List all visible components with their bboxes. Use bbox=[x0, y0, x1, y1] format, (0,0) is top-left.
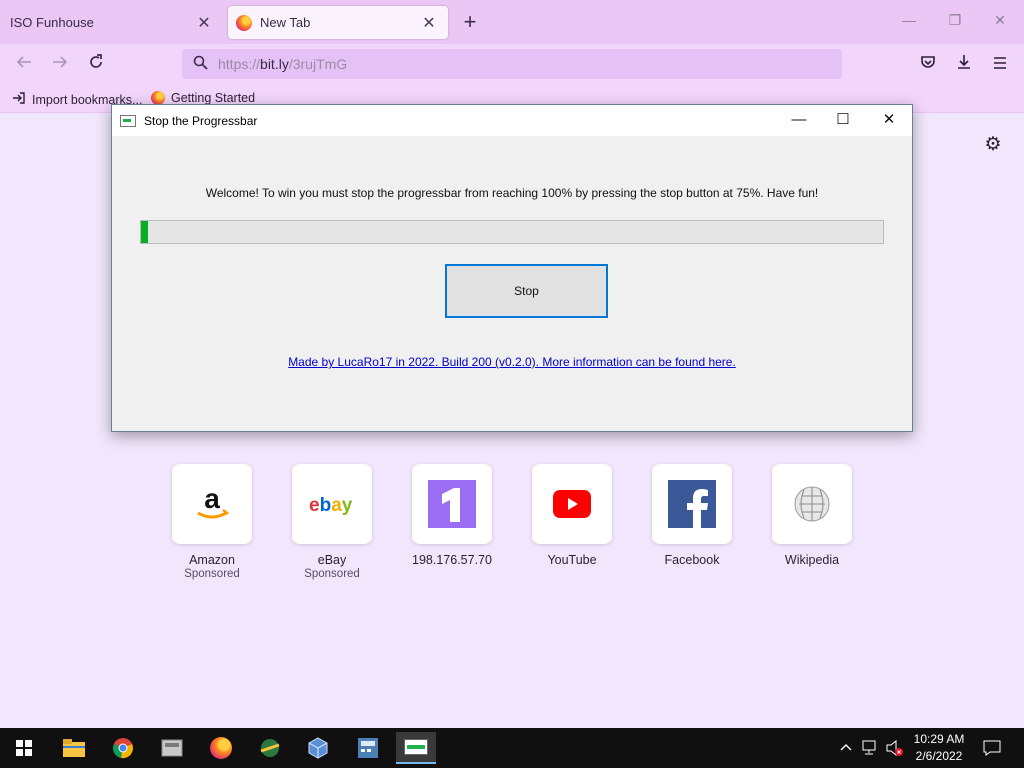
back-button[interactable] bbox=[12, 53, 36, 77]
url-path: /3rujTmG bbox=[288, 56, 348, 72]
reload-button[interactable] bbox=[84, 53, 108, 77]
download-icon bbox=[958, 55, 970, 69]
top-site-label: Amazon bbox=[189, 553, 235, 567]
forward-button[interactable] bbox=[48, 53, 72, 77]
firefox-taskbar-icon[interactable] bbox=[201, 732, 241, 764]
close-icon[interactable]: ✕ bbox=[420, 13, 438, 33]
restore-icon[interactable]: ❐ bbox=[943, 12, 967, 29]
close-window-icon[interactable]: ✕ bbox=[988, 12, 1012, 29]
bookmark-label: Getting Started bbox=[171, 91, 256, 105]
calculator-icon[interactable] bbox=[348, 732, 388, 764]
hamburger-icon bbox=[994, 57, 1006, 69]
dialog-title: Stop the Progressbar bbox=[144, 113, 258, 128]
top-site-youtube[interactable]: YouTube bbox=[532, 464, 612, 567]
top-site-ebay[interactable]: ebay eBay Sponsored bbox=[292, 464, 372, 580]
firefox-icon bbox=[151, 91, 165, 105]
progressbar-app-icon[interactable] bbox=[396, 732, 436, 764]
top-site-ip[interactable]: 198.176.57.70 bbox=[412, 464, 492, 567]
app-icon bbox=[120, 114, 136, 127]
clock-date: 2/6/2022 bbox=[915, 749, 963, 763]
search-icon bbox=[190, 55, 210, 73]
youtube-icon bbox=[532, 464, 612, 544]
import-icon bbox=[12, 91, 26, 108]
chevron-up-icon[interactable] bbox=[839, 740, 853, 757]
ebay-icon: ebay bbox=[292, 464, 372, 544]
top-site-label: Wikipedia bbox=[784, 553, 840, 567]
forward-arrow-icon bbox=[53, 56, 68, 68]
network-icon[interactable] bbox=[862, 740, 880, 759]
virtualbox-icon[interactable] bbox=[298, 732, 338, 764]
amazon-icon: a bbox=[172, 464, 252, 544]
reload-icon bbox=[90, 54, 102, 68]
dialog-title-bar[interactable]: Stop the Progressbar — ☐ ✕ bbox=[112, 105, 912, 136]
top-site-facebook[interactable]: Facebook bbox=[652, 464, 732, 567]
progress-fill bbox=[141, 221, 149, 243]
navigation-toolbar: https://bit.ly/3rujTmG bbox=[0, 44, 1024, 86]
stop-button[interactable]: Stop bbox=[445, 264, 608, 318]
sponsored-label: Sponsored bbox=[184, 568, 240, 580]
url-domain: bit.ly bbox=[260, 56, 289, 72]
chrome-icon[interactable] bbox=[103, 732, 143, 764]
clock-time: 10:29 AM bbox=[913, 732, 965, 746]
top-site-wikipedia[interactable]: Wikipedia bbox=[772, 464, 852, 567]
pocket-button[interactable] bbox=[916, 53, 940, 77]
volume-muted-icon[interactable] bbox=[886, 739, 904, 759]
minimize-icon[interactable]: — bbox=[897, 12, 921, 28]
top-site-label: YouTube bbox=[547, 553, 597, 567]
progressbar-dialog: Stop the Progressbar — ☐ ✕ Welcome! To w… bbox=[111, 104, 913, 432]
notification-icon[interactable] bbox=[983, 740, 1001, 759]
top-site-label: eBay bbox=[317, 553, 347, 567]
close-button[interactable]: ✕ bbox=[874, 109, 904, 131]
new-tab-button[interactable]: + bbox=[458, 10, 482, 34]
url-scheme: https:// bbox=[218, 56, 261, 72]
windows-start-icon[interactable] bbox=[16, 740, 32, 756]
pocket-icon bbox=[921, 56, 935, 68]
wikipedia-icon bbox=[772, 464, 852, 544]
facebook-icon bbox=[652, 464, 732, 544]
sponsored-label: Sponsored bbox=[304, 568, 360, 580]
tab-label: New Tab bbox=[260, 15, 311, 30]
tab-new-tab[interactable]: New Tab ✕ bbox=[228, 6, 448, 39]
tab-label: ISO Funhouse bbox=[10, 15, 94, 30]
file-explorer-icon[interactable] bbox=[54, 732, 94, 764]
top-site-label: Facebook bbox=[664, 553, 720, 567]
maximize-button[interactable]: ☐ bbox=[828, 109, 858, 131]
top-site-label: 198.176.57.70 bbox=[412, 553, 492, 567]
url-text: https://bit.ly/3rujTmG bbox=[218, 56, 347, 72]
welcome-text: Welcome! To win you must stop the progre… bbox=[205, 186, 819, 200]
back-arrow-icon bbox=[16, 56, 31, 68]
svg-text:a: a bbox=[204, 484, 220, 514]
info-link[interactable]: Made by LucaRo17 in 2022. Build 200 (v0.… bbox=[112, 355, 912, 369]
tab-strip: ISO Funhouse ✕ New Tab ✕ + — ❐ ✕ bbox=[0, 0, 1024, 44]
minimize-button[interactable]: — bbox=[784, 109, 814, 131]
firefox-icon bbox=[236, 14, 252, 31]
gear-icon[interactable]: ⚙ bbox=[982, 133, 1004, 156]
close-icon[interactable]: ✕ bbox=[195, 13, 213, 33]
taskbar: 10:29 AM 2/6/2022 bbox=[0, 728, 1024, 768]
progress-bar bbox=[140, 220, 884, 244]
site-1-icon bbox=[412, 464, 492, 544]
address-bar[interactable]: https://bit.ly/3rujTmG bbox=[182, 49, 842, 79]
app-window-icon[interactable] bbox=[152, 732, 192, 764]
bookmark-getting-started[interactable]: Getting Started bbox=[151, 91, 255, 105]
tab-iso-funhouse[interactable]: ISO Funhouse ✕ bbox=[0, 6, 223, 39]
system-clock[interactable]: 10:29 AM 2/6/2022 bbox=[906, 731, 972, 765]
svg-text:ebay: ebay bbox=[309, 495, 353, 516]
top-site-amazon[interactable]: a Amazon Sponsored bbox=[172, 464, 252, 580]
network-globe-icon[interactable] bbox=[250, 732, 290, 764]
downloads-button[interactable] bbox=[952, 53, 976, 77]
menu-button[interactable] bbox=[988, 53, 1012, 77]
